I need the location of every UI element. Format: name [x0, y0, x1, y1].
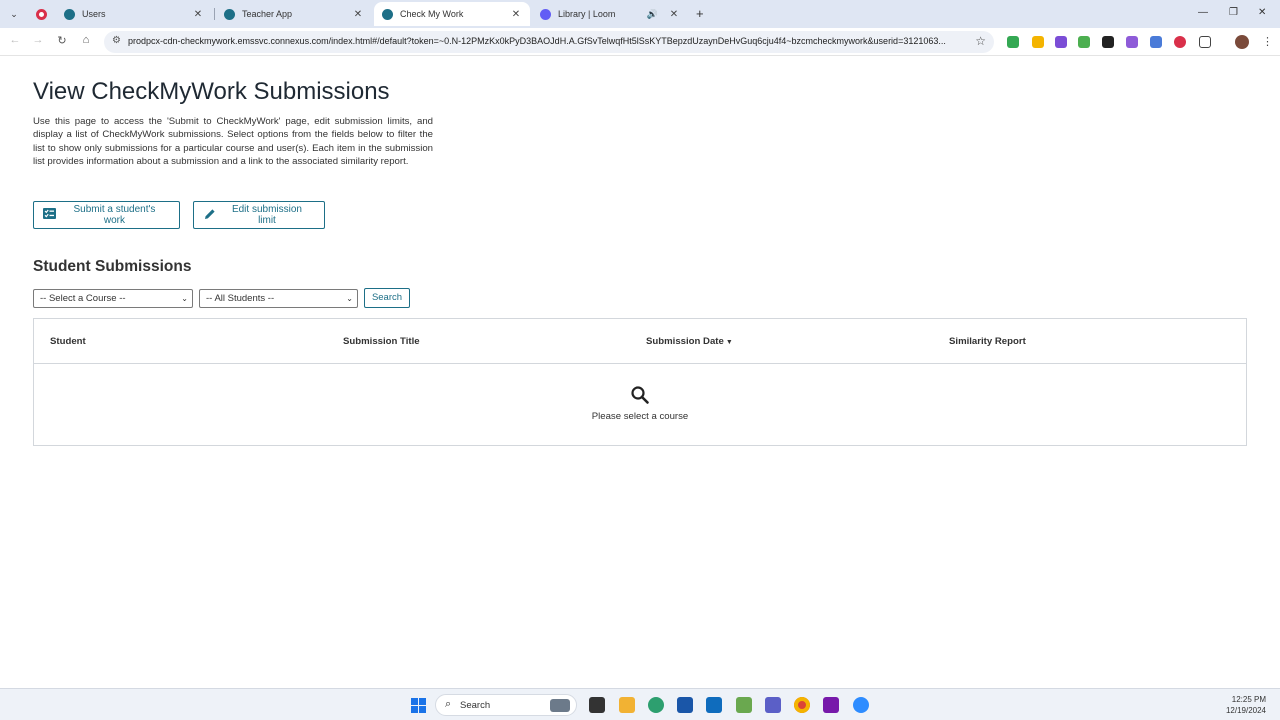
- empty-state-message: Please select a course: [591, 411, 689, 422]
- extension-icon[interactable]: [1102, 36, 1114, 48]
- connexus-icon: [64, 8, 75, 20]
- table-header: Student Submission Title Submission Date…: [34, 319, 1246, 364]
- file-explorer-icon[interactable]: [619, 697, 635, 713]
- back-button[interactable]: ←: [8, 34, 22, 46]
- submissions-table: Student Submission Title Submission Date…: [33, 318, 1247, 446]
- course-select[interactable]: -- Select a Course -- ⌄: [33, 289, 193, 308]
- column-header-similarity-report[interactable]: Similarity Report: [949, 336, 1026, 347]
- pencil-icon: [203, 208, 217, 223]
- loom-icon: [540, 8, 551, 20]
- sort-caret-icon: ▼: [725, 339, 733, 346]
- tab-title: Library | Loom: [558, 9, 616, 19]
- home-button[interactable]: ⌂: [79, 34, 93, 46]
- speaker-icon[interactable]: 🔊: [647, 9, 658, 20]
- tab-recording[interactable]: [28, 2, 52, 26]
- chrome-icon[interactable]: [794, 697, 810, 713]
- search-icon: ⌕: [445, 698, 452, 710]
- edit-submission-limit-button[interactable]: Edit submission limit: [193, 201, 325, 229]
- profile-avatar[interactable]: [1235, 35, 1249, 49]
- reload-button[interactable]: ↻: [55, 34, 69, 47]
- connexus-icon: [224, 8, 235, 20]
- new-tab-button[interactable]: +: [696, 6, 704, 21]
- submit-student-work-button[interactable]: Submit a student's work: [33, 201, 180, 229]
- bookmark-star-icon[interactable]: ☆: [975, 34, 986, 48]
- chevron-down-icon: ⌄: [346, 294, 353, 303]
- close-icon[interactable]: ✕: [352, 9, 364, 20]
- tab-library-loom[interactable]: Library | Loom 🔊 ✕: [532, 2, 688, 26]
- zoom-icon[interactable]: [853, 697, 869, 713]
- system-clock[interactable]: 12:25 PM 12/19/2024: [1222, 694, 1266, 716]
- search-highlight-image: [550, 699, 570, 712]
- tab-search-dropdown[interactable]: ⌄: [6, 6, 22, 22]
- edit-button-label: Edit submission limit: [231, 204, 302, 226]
- windows-start-icon[interactable]: [411, 698, 426, 713]
- site-info-icon[interactable]: ⚙: [112, 35, 121, 46]
- browser-menu-icon[interactable]: ⋮: [1262, 35, 1273, 48]
- address-bar[interactable]: ⚙ prodpcx-cdn-checkmywork.emssvc.connexu…: [104, 31, 994, 53]
- course-select-value: -- Select a Course --: [40, 293, 126, 304]
- magnifier-icon: [631, 386, 649, 404]
- chevron-down-icon: ⌄: [181, 294, 188, 303]
- section-title: Student Submissions: [33, 258, 192, 275]
- app-icon[interactable]: [677, 697, 693, 713]
- record-icon: [36, 8, 47, 20]
- tab-check-my-work[interactable]: Check My Work ✕: [374, 2, 530, 26]
- column-header-submission-date[interactable]: Submission Date ▼: [646, 336, 733, 347]
- tab-strip: ⌄ Users ✕ Teacher App ✕ Check My Work ✕ …: [0, 0, 1280, 28]
- edge-icon[interactable]: [648, 697, 664, 713]
- close-icon[interactable]: ✕: [668, 9, 680, 20]
- restore-button[interactable]: ❐: [1229, 7, 1238, 18]
- clock-time: 12:25 PM: [1231, 695, 1266, 704]
- tab-users[interactable]: Users ✕: [56, 2, 212, 26]
- connexus-icon: [382, 8, 393, 20]
- tab-teacher-app[interactable]: Teacher App ✕: [216, 2, 372, 26]
- taskbar-search-box[interactable]: ⌕ Search: [435, 694, 577, 716]
- taskbar-search-label: Search: [460, 700, 491, 711]
- app-icon[interactable]: [736, 697, 752, 713]
- extension-icon[interactable]: [1032, 36, 1044, 48]
- column-header-label: Submission Date: [646, 336, 724, 347]
- extension-icon[interactable]: [1078, 36, 1090, 48]
- clock-date: 12/19/2024: [1225, 706, 1266, 715]
- browser-toolbar: ← → ↻ ⌂ ⚙ prodpcx-cdn-checkmywork.emssvc…: [0, 28, 1280, 56]
- students-select-value: -- All Students --: [206, 293, 275, 304]
- column-header-student[interactable]: Student: [50, 336, 86, 347]
- outlook-icon[interactable]: [706, 697, 722, 713]
- teams-icon[interactable]: [765, 697, 781, 713]
- onenote-icon[interactable]: [823, 697, 839, 713]
- tab-title: Check My Work: [400, 9, 464, 19]
- extension-icon[interactable]: [1055, 36, 1067, 48]
- minimize-button[interactable]: —: [1198, 7, 1208, 18]
- close-window-button[interactable]: ✕: [1258, 7, 1266, 18]
- tab-title: Users: [82, 9, 106, 19]
- close-icon[interactable]: ✕: [510, 9, 522, 20]
- tab-title: Teacher App: [242, 9, 293, 19]
- extension-icon[interactable]: [1150, 36, 1162, 48]
- windows-taskbar: ⌕ Search 12:25 PM 12/19/2024: [0, 688, 1280, 720]
- search-button[interactable]: Search: [364, 288, 410, 308]
- submit-button-label: Submit a student's work: [73, 204, 156, 226]
- students-select[interactable]: -- All Students -- ⌄: [199, 289, 358, 308]
- page-title: View CheckMyWork Submissions: [33, 78, 390, 105]
- task-view-icon[interactable]: [589, 697, 605, 713]
- column-header-submission-title[interactable]: Submission Title: [343, 336, 420, 347]
- checklist-icon: [43, 208, 57, 222]
- extensions-puzzle-icon[interactable]: [1199, 36, 1211, 48]
- extension-icon[interactable]: [1126, 36, 1138, 48]
- extension-icon[interactable]: [1007, 36, 1019, 48]
- forward-button[interactable]: →: [31, 34, 45, 46]
- tab-divider: [214, 8, 215, 20]
- page-description: Use this page to access the 'Submit to C…: [33, 116, 433, 168]
- extension-icon[interactable]: [1174, 36, 1186, 48]
- url-text: prodpcx-cdn-checkmywork.emssvc.connexus.…: [128, 36, 946, 46]
- close-icon[interactable]: ✕: [192, 9, 204, 20]
